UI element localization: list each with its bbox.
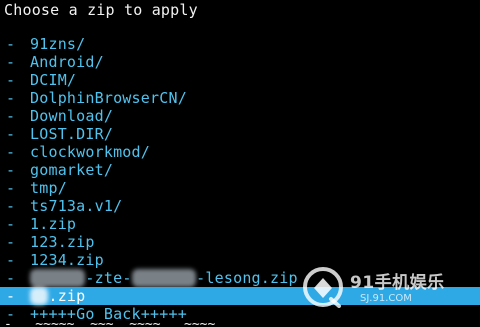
bullet: - <box>6 269 16 287</box>
item-label: tmp/ <box>30 179 67 197</box>
bullet: - <box>6 35 16 53</box>
list-item-91zns[interactable]: -91zns/ <box>0 35 480 53</box>
list-item-dolphinbrowsercn[interactable]: - DolphinBrowserCN/ <box>0 89 480 107</box>
item-label-part: .zip <box>48 287 86 305</box>
item-label: Download/ <box>30 107 114 125</box>
item-label-part: -lesong.zip <box>196 269 298 287</box>
recovery-screen: Choose a zip to apply -91zns/ - Android/ … <box>0 0 480 327</box>
list-item-123-zip[interactable]: -123.zip <box>0 233 480 251</box>
cut-off-text: - ~~~~~ ~~~ ~~~~ ~~~~ <box>4 321 215 327</box>
watermark-logo-icon <box>303 267 343 308</box>
item-label: Android/ <box>30 53 104 71</box>
bullet: - <box>6 197 16 215</box>
item-label: DCIM/ <box>30 71 77 89</box>
bullet: - <box>6 71 16 89</box>
list-item-lost-dir[interactable]: - LOST.DIR/ <box>0 125 480 143</box>
item-label: DolphinBrowserCN/ <box>30 89 187 107</box>
redacted-text: XX <box>30 287 49 305</box>
bullet: - <box>6 233 16 251</box>
bullet: - <box>6 215 16 233</box>
menu-title: Choose a zip to apply <box>4 1 198 19</box>
list-item-tmp[interactable]: - tmp/ <box>0 179 480 197</box>
bullet: - <box>6 161 16 179</box>
cut-off-text-row: - ~~~~~ ~~~ ~~~~ ~~~~ <box>0 321 480 327</box>
list-item-download[interactable]: - Download/ <box>0 107 480 125</box>
item-label: 91zns/ <box>30 35 86 53</box>
bullet: - <box>6 125 16 143</box>
watermark: 91手机娱乐 SJ.91.COM <box>302 262 462 312</box>
bullet: - <box>6 89 16 107</box>
bullet: - <box>6 287 16 305</box>
item-label: clockworkmod/ <box>30 143 150 161</box>
bullet: - <box>6 53 16 71</box>
list-item-dcim[interactable]: - DCIM/ <box>0 71 480 89</box>
item-label: 1234.zip <box>30 251 104 269</box>
list-item-clockworkmod[interactable]: - clockworkmod/ <box>0 143 480 161</box>
item-label: 1.zip <box>30 215 77 233</box>
item-label: 123.zip <box>30 233 95 251</box>
list-item-android[interactable]: - Android/ <box>0 53 480 71</box>
list-item-ts713a[interactable]: - ts713a.v1/ <box>0 197 480 215</box>
item-label: ts713a.v1/ <box>30 197 123 215</box>
bullet: - <box>6 179 16 197</box>
list-item-gomarket[interactable]: - gomarket/ <box>0 161 480 179</box>
watermark-brand: 91手机娱乐 <box>350 273 445 293</box>
item-label: gomarket/ <box>30 161 114 179</box>
redacted-text: XXXXXXX <box>131 269 197 287</box>
watermark-url: SJ.91.COM <box>360 293 412 304</box>
item-label-part: -zte- <box>85 269 132 287</box>
bullet: - <box>6 251 16 269</box>
list-item-1-zip[interactable]: -1.zip <box>0 215 480 233</box>
redacted-text: XXXXXX <box>30 269 86 287</box>
bullet: - <box>6 143 16 161</box>
item-label: LOST.DIR/ <box>30 125 114 143</box>
bullet: - <box>6 107 16 125</box>
